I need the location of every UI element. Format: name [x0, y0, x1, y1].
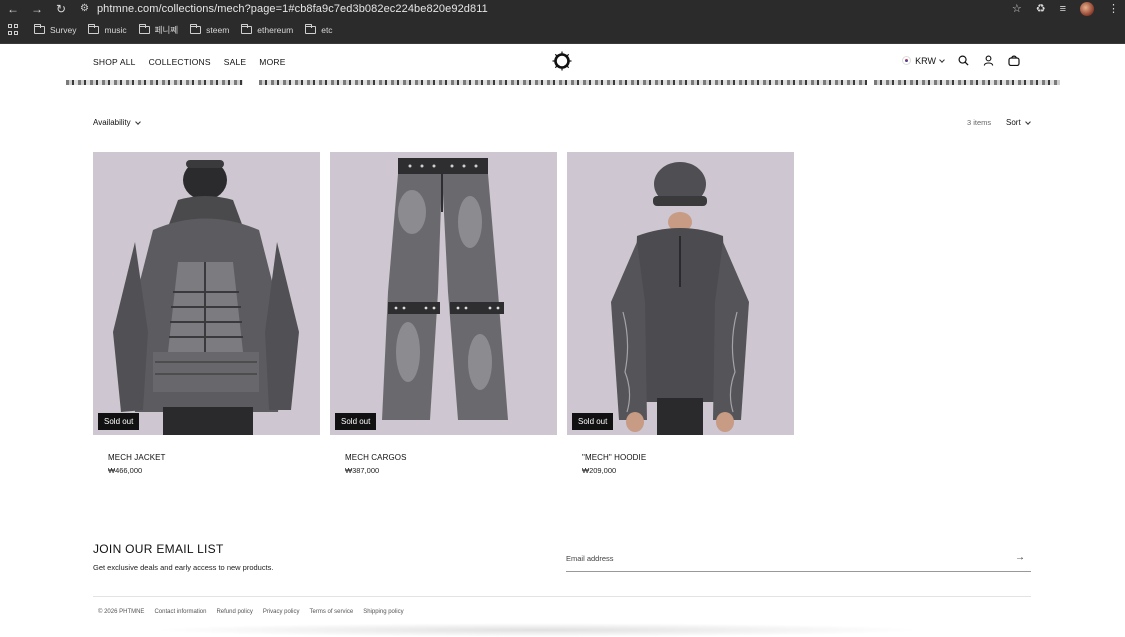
sold-out-badge: Sold out [98, 413, 139, 430]
email-field-wrapper: → [566, 548, 1031, 572]
product-name[interactable]: MECH CARGOS [345, 453, 557, 462]
product-card[interactable]: Sold out MECH CARGOS ₩387,000 [330, 152, 557, 475]
product-image[interactable] [330, 152, 557, 435]
bookmarks-bar: Survey music 페니쩨 steem ethereum etc [0, 17, 1125, 44]
bookmark-folder[interactable]: music [88, 25, 126, 35]
bookmark-folder[interactable]: steem [190, 25, 229, 35]
extensions-icon[interactable]: ♻ [1036, 2, 1046, 15]
menu-item-shop-all[interactable]: SHOP ALL [93, 57, 136, 67]
folder-icon [88, 26, 99, 34]
folder-icon [305, 26, 316, 34]
forward-icon[interactable]: → [28, 0, 46, 17]
main-menu: SHOP ALL COLLECTIONS SALE MORE [93, 57, 286, 67]
product-price: ₩466,000 [108, 466, 320, 475]
newsletter-title: JOIN OUR EMAIL LIST [93, 542, 224, 556]
hoodie-illustration [567, 152, 794, 435]
item-count: 3 items [967, 118, 991, 127]
availability-filter[interactable]: Availability [93, 118, 140, 127]
bookmark-folder[interactable]: Survey [34, 25, 76, 35]
copyright-text: © 2026 PHTMNE [98, 609, 144, 615]
page-bottom-shadow [150, 623, 925, 637]
product-card[interactable]: Sold out "MECH" HOODIE ₩209,000 [567, 152, 794, 475]
folder-icon [241, 26, 252, 34]
menu-icon[interactable]: ⋮ [1108, 2, 1119, 15]
footer-link-terms[interactable]: Terms of service [310, 609, 354, 615]
product-name[interactable]: MECH JACKET [108, 453, 320, 462]
account-icon[interactable] [983, 55, 994, 66]
newsletter-subtitle: Get exclusive deals and early access to … [93, 563, 274, 572]
reload-icon[interactable]: ↻ [52, 0, 70, 17]
product-image[interactable]: Sold out [93, 152, 320, 435]
back-icon[interactable]: ← [4, 0, 22, 17]
email-input[interactable] [566, 549, 986, 569]
menu-item-more[interactable]: MORE [259, 57, 285, 67]
sold-out-badge: Sold out [335, 413, 376, 430]
chevron-down-icon [1025, 119, 1031, 125]
product-price: ₩387,000 [345, 466, 557, 475]
arrow-right-icon[interactable]: → [1015, 552, 1025, 563]
address-bar[interactable]: ⚙ phtmne.com/collections/mech?page=1#cb8… [80, 0, 488, 17]
menu-item-sale[interactable]: SALE [224, 57, 247, 67]
footer-divider [93, 596, 1031, 597]
site-settings-icon[interactable]: ⚙ [80, 3, 89, 14]
bookmark-folder[interactable]: etc [305, 25, 332, 35]
product-card[interactable]: Sold out MECH JACKET ₩466,000 [93, 152, 320, 475]
folder-icon [139, 26, 150, 34]
footer-link-privacy[interactable]: Privacy policy [263, 609, 300, 615]
profile-avatar[interactable] [1080, 2, 1094, 16]
jacket-illustration [93, 152, 320, 435]
bookmark-folder[interactable]: ethereum [241, 25, 293, 35]
folder-icon [34, 26, 45, 34]
footer-link-refund[interactable]: Refund policy [216, 609, 252, 615]
product-image[interactable]: Sold out [567, 152, 794, 435]
site-header: SHOP ALL COLLECTIONS SALE MORE KRW [0, 44, 1125, 85]
bookmark-folder[interactable]: 페니쩨 [139, 24, 178, 36]
apps-grid-icon[interactable] [8, 24, 20, 36]
search-icon[interactable] [958, 55, 969, 66]
brand-logo[interactable] [552, 51, 572, 71]
cart-icon[interactable] [1008, 55, 1020, 66]
chevron-down-icon [135, 119, 141, 125]
footer-links: © 2026 PHTMNE Contact information Refund… [98, 609, 404, 615]
currency-selector[interactable]: KRW [902, 56, 944, 66]
korea-flag-icon [902, 56, 911, 65]
bookmark-star-icon[interactable]: ☆ [1012, 2, 1022, 15]
menu-item-collections[interactable]: COLLECTIONS [149, 57, 211, 67]
chevron-down-icon [939, 57, 945, 63]
folder-icon [190, 26, 201, 34]
product-price: ₩209,000 [582, 466, 794, 475]
product-name[interactable]: "MECH" HOODIE [582, 453, 794, 462]
sort-dropdown[interactable]: Sort [1006, 118, 1030, 127]
footer-link-contact[interactable]: Contact information [154, 609, 206, 615]
browser-toolbar: ← → ↻ ⚙ phtmne.com/collections/mech?page… [0, 0, 1125, 17]
url-text[interactable]: phtmne.com/collections/mech?page=1#cb8fa… [97, 3, 488, 15]
sold-out-badge: Sold out [572, 413, 613, 430]
cargos-illustration [330, 152, 557, 435]
footer-link-shipping[interactable]: Shipping policy [363, 609, 403, 615]
media-queue-icon[interactable]: ≡ [1060, 3, 1066, 15]
